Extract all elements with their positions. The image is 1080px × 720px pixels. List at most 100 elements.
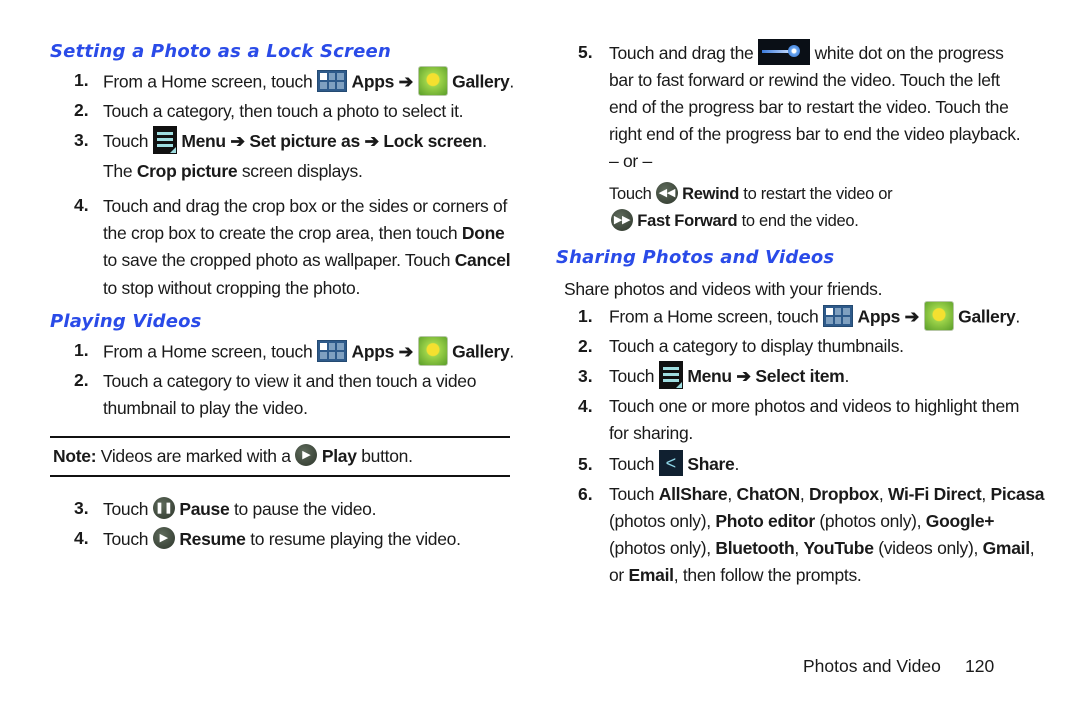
text: (photos only), bbox=[819, 511, 922, 531]
text: (videos only), bbox=[878, 538, 979, 558]
play-label: Play bbox=[321, 446, 357, 466]
intro-text: Share photos and videos with your friend… bbox=[564, 279, 883, 299]
step-text: From a Home screen, touch Apps ➔ Gallery… bbox=[103, 66, 514, 98]
step-text: From a Home screen, touch Apps ➔ Gallery… bbox=[609, 301, 1020, 333]
rewind-icon: ◀◀ bbox=[655, 181, 678, 204]
text: Touch bbox=[609, 366, 655, 386]
text: The bbox=[103, 161, 133, 181]
step-text: (photos only), Photo editor (photos only… bbox=[609, 508, 995, 535]
text: From a Home screen, touch bbox=[103, 341, 313, 362]
step-text: bar to fast forward or rewind the video.… bbox=[609, 70, 1000, 90]
fast-forward-label: Fast Forward bbox=[637, 212, 738, 230]
step-number: 3. bbox=[74, 130, 89, 150]
select-item-label: Select item bbox=[755, 366, 845, 386]
step-number: 2. bbox=[74, 370, 89, 390]
step-number: 1. bbox=[578, 306, 593, 326]
text: From a Home screen, touch bbox=[609, 306, 819, 327]
done-label: Done bbox=[461, 223, 505, 243]
step-text: or Email, then follow the prompts. bbox=[609, 562, 862, 589]
bluetooth-label: Bluetooth bbox=[715, 538, 795, 558]
step-number: 6. bbox=[578, 484, 593, 504]
step-text: Touch a category to view it and then tou… bbox=[103, 371, 477, 391]
step-number: 2. bbox=[74, 100, 89, 120]
share-icon: < bbox=[658, 450, 683, 477]
gallery-icon bbox=[417, 66, 448, 96]
text: Touch bbox=[103, 529, 149, 549]
step-text: Touch a category to display thumbnails. bbox=[609, 336, 904, 356]
dropbox-label: Dropbox bbox=[808, 484, 879, 504]
step-text: Touch ◀◀ Rewind to restart the video or bbox=[609, 181, 893, 208]
apps-label: Apps bbox=[351, 341, 395, 362]
step-text: to save the cropped photo as wallpaper. … bbox=[103, 247, 511, 274]
step-number: 4. bbox=[74, 195, 89, 215]
text: to save the cropped photo as wallpaper. … bbox=[103, 250, 451, 270]
note-label: Note: bbox=[53, 446, 97, 466]
text: to end the video. bbox=[741, 212, 859, 230]
gallery-label: Gallery bbox=[958, 306, 1016, 327]
step-text: From a Home screen, touch Apps ➔ Gallery… bbox=[103, 336, 514, 368]
apps-icon bbox=[822, 305, 853, 327]
apps-icon bbox=[316, 70, 347, 92]
photo-editor-label: Photo editor bbox=[715, 511, 815, 531]
step-number: 1. bbox=[74, 70, 89, 90]
step-text: the crop box to create the crop area, th… bbox=[103, 220, 505, 247]
section-heading: Setting a Photo as a Lock Screen bbox=[50, 41, 391, 62]
share-label: Share bbox=[687, 454, 735, 474]
text: Touch bbox=[103, 131, 149, 151]
text: Touch bbox=[103, 499, 149, 519]
divider bbox=[50, 436, 510, 438]
step-text: Touch and drag the white dot on the prog… bbox=[609, 39, 1004, 67]
step-text: Touch Menu ➔ Select item. bbox=[609, 361, 849, 391]
text: button. bbox=[361, 446, 413, 466]
page-number: 120 bbox=[965, 656, 995, 676]
fast-forward-icon: ▶▶ bbox=[611, 208, 633, 231]
step-text: end of the progress bar to restart the v… bbox=[609, 97, 1009, 117]
section-heading: Sharing Photos and Videos bbox=[556, 247, 835, 268]
resume-icon: ▶ bbox=[152, 527, 175, 550]
pause-label: Pause bbox=[179, 499, 230, 519]
menu-label: Menu bbox=[687, 366, 732, 386]
step-text: Touch ▶ Resume to resume playing the vid… bbox=[103, 526, 461, 553]
arrow-icon: ➔ bbox=[736, 366, 751, 386]
step-text: Touch and drag the crop box or the sides… bbox=[103, 196, 508, 216]
apps-label: Apps bbox=[857, 306, 901, 327]
text: or bbox=[609, 565, 624, 585]
step-text: Touch AllShare, ChatON, Dropbox, Wi-Fi D… bbox=[609, 481, 1045, 508]
wifi-direct-label: Wi-Fi Direct bbox=[887, 484, 982, 504]
punct: , bbox=[1029, 538, 1035, 558]
text: , then follow the prompts. bbox=[673, 565, 862, 585]
gallery-label: Gallery bbox=[452, 71, 510, 92]
text: Touch bbox=[609, 185, 652, 203]
note: Note: Videos are marked with a ▶ Play bu… bbox=[53, 443, 413, 470]
text: (photos only), bbox=[609, 511, 711, 531]
punct: . bbox=[509, 341, 514, 362]
pause-icon: ❚❚ bbox=[152, 497, 175, 520]
divider bbox=[50, 475, 510, 477]
step-text: Touch ❚❚ Pause to pause the video. bbox=[103, 496, 376, 523]
allshare-label: AllShare bbox=[658, 484, 728, 504]
text: Touch bbox=[609, 454, 655, 474]
step-number: 2. bbox=[578, 336, 593, 356]
gmail-label: Gmail bbox=[982, 538, 1030, 558]
text: Touch bbox=[609, 484, 655, 504]
punct: . bbox=[844, 366, 849, 386]
text: to pause the video. bbox=[233, 499, 377, 519]
step-text: The Crop picture screen displays. bbox=[103, 158, 363, 185]
progress-bar-icon bbox=[758, 39, 810, 66]
section-heading: Playing Videos bbox=[50, 311, 202, 332]
arrow-icon: ➔ bbox=[904, 306, 920, 327]
step-number: 5. bbox=[578, 42, 593, 62]
text: From a Home screen, touch bbox=[103, 71, 313, 92]
punct: . bbox=[1015, 306, 1020, 327]
gallery-icon bbox=[417, 336, 448, 366]
google-plus-label: Google+ bbox=[925, 511, 995, 531]
or-separator: – or – bbox=[609, 151, 652, 171]
cancel-label: Cancel bbox=[454, 250, 511, 270]
arrow-icon: ➔ bbox=[398, 71, 414, 92]
arrow-icon: ➔ bbox=[230, 131, 245, 151]
step-number: 3. bbox=[74, 498, 89, 518]
text: screen displays. bbox=[241, 161, 363, 181]
menu-icon bbox=[658, 361, 683, 390]
menu-label: Menu bbox=[181, 131, 226, 151]
footer-section-title: Photos and Video bbox=[803, 656, 941, 676]
